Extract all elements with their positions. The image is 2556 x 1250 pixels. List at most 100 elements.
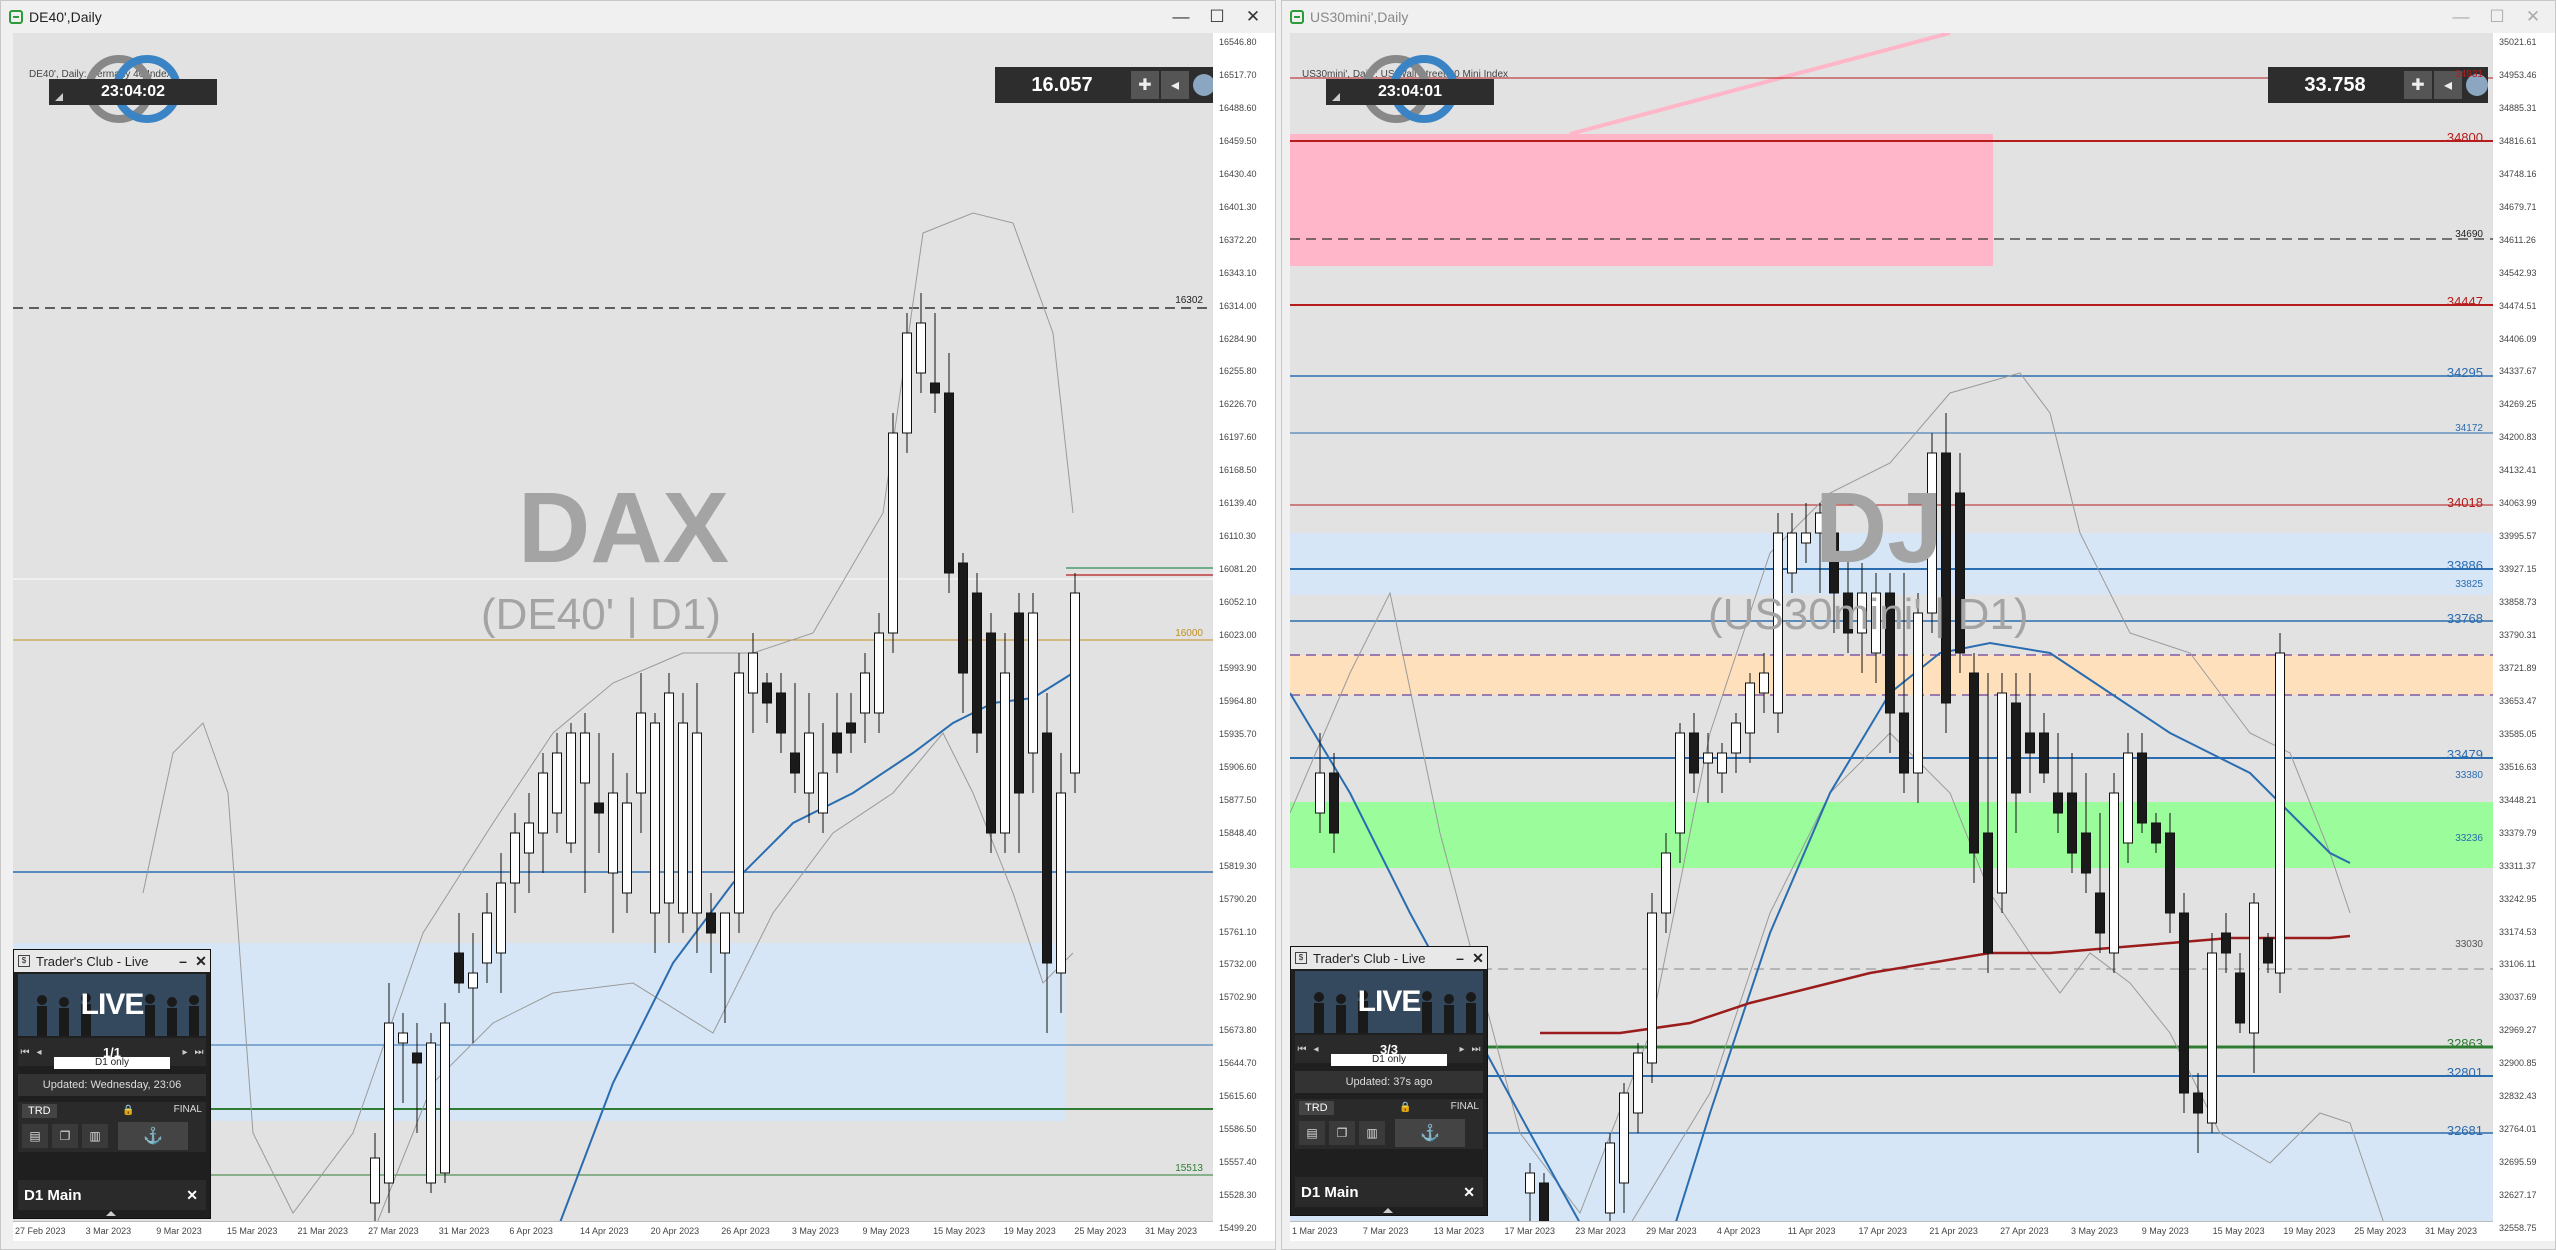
candle-bull xyxy=(1787,532,1797,574)
panel-navigation[interactable]: ⏮ ◂ 3/3 ▸ ⏭ D1 only xyxy=(1295,1035,1483,1066)
maximize-button[interactable]: ☐ xyxy=(1199,1,1235,33)
minimize-button[interactable]: — xyxy=(1163,1,1199,33)
candle-bull xyxy=(580,732,590,784)
time-axis-dj[interactable]: 1 Mar 2023 7 Mar 2023 13 Mar 2023 17 Mar 20… xyxy=(1290,1221,2493,1241)
price-box[interactable]: 16.057 ✚ ◂ xyxy=(995,67,1213,103)
price-axis-label: 34132.41 xyxy=(2499,465,2537,476)
traders-club-panel[interactable]: $ Trader's Club - Live – ✕ LIVE ⏮ xyxy=(13,949,211,1219)
level-label-15513: 15513 xyxy=(1175,1163,1203,1174)
close-button[interactable]: ✕ xyxy=(2515,1,2551,33)
first-page-icon[interactable]: ⏮ xyxy=(18,1047,32,1058)
filter-label[interactable]: D1 only xyxy=(1331,1054,1447,1066)
titlebar-dax[interactable]: DE40',Daily — ☐ ✕ xyxy=(1,1,1275,33)
chart-window-icon xyxy=(9,10,23,24)
titlebar-dj[interactable]: US30mini',Daily — ☐ ✕ xyxy=(1282,1,2555,33)
panel-toolbar[interactable]: TRD 🔒 FINAL ▤ ❐ ▥ ⚓ xyxy=(1295,1099,1483,1149)
windows-icon[interactable]: ❐ xyxy=(1329,1121,1355,1145)
candle-bear xyxy=(2053,792,2063,814)
d1-close-icon[interactable]: ✕ xyxy=(1463,1184,1475,1201)
last-page-icon[interactable]: ⏭ xyxy=(192,1047,206,1058)
candle-bear xyxy=(2011,702,2021,794)
candle-bull xyxy=(678,722,688,914)
price-axis-dax[interactable]: 16546.80 16517.70 16488.60 16459.50 16430.40… xyxy=(1213,33,1275,1241)
price-axis-label: 32558.75 xyxy=(2499,1223,2537,1233)
candle-bull xyxy=(804,732,814,794)
document-icon[interactable]: ▤ xyxy=(1299,1121,1325,1145)
time-axis-label: 3 May 2023 xyxy=(791,1226,839,1236)
panel-header[interactable]: $ Trader's Club - Live – ✕ xyxy=(14,950,210,972)
level-label-34800: 34800 xyxy=(2446,130,2483,145)
prev-page-icon[interactable]: ◂ xyxy=(1309,1044,1323,1055)
d1-main-row[interactable]: D1 Main ✕ xyxy=(1295,1177,1483,1213)
anchor-icon[interactable]: ⚓ xyxy=(1395,1119,1465,1147)
level-label-34018: 34018 xyxy=(2446,495,2483,510)
expand-triangle-icon[interactable] xyxy=(1383,1208,1393,1213)
time-axis-label: 31 May 2023 xyxy=(2425,1226,2478,1236)
collapse-arrow-icon[interactable]: ◂ xyxy=(1161,71,1189,99)
database-icon[interactable]: ▥ xyxy=(82,1124,108,1148)
d1-close-icon[interactable]: ✕ xyxy=(186,1187,198,1204)
level-label-16000: 16000 xyxy=(1175,628,1203,639)
panel-toolbar[interactable]: TRD 🔒 FINAL ▤ ❐ ▥ ⚓ xyxy=(18,1102,206,1152)
level-label-33886: 33886 xyxy=(2446,558,2483,573)
candle-bull xyxy=(2249,902,2259,1034)
time-axis-label: 25 May 2023 xyxy=(2354,1226,2407,1236)
candle-bear xyxy=(706,912,716,934)
minimize-button[interactable]: — xyxy=(2443,1,2479,33)
watermark-subtitle: (DE40' | D1) xyxy=(481,590,721,639)
panel-minimize-button[interactable]: – xyxy=(1451,950,1469,967)
candle-bear xyxy=(454,952,464,984)
document-icon[interactable]: ▤ xyxy=(22,1124,48,1148)
crosshair-plus-icon[interactable]: ✚ xyxy=(2404,71,2432,99)
anchor-icon[interactable]: ⚓ xyxy=(118,1122,188,1150)
trd-tab[interactable]: TRD xyxy=(1299,1101,1334,1115)
close-button[interactable]: ✕ xyxy=(1235,1,1271,33)
time-axis-label: 4 Apr 2023 xyxy=(1716,1226,1761,1236)
price-axis-label: 33790.31 xyxy=(2499,630,2537,640)
panel-minimize-button[interactable]: – xyxy=(174,953,192,970)
candle-bull xyxy=(860,672,870,714)
expand-triangle-icon[interactable] xyxy=(106,1211,116,1216)
last-page-icon[interactable]: ⏭ xyxy=(1469,1044,1483,1055)
chart-window-dax[interactable]: DE40',Daily — ☐ ✕ DE40', Daily: Germany … xyxy=(0,0,1276,1250)
time-axis-dax[interactable]: 27 Feb 2023 3 Mar 2023 9 Mar 2023 15 Mar 20… xyxy=(13,1221,1213,1241)
panel-close-button[interactable]: ✕ xyxy=(192,953,210,970)
candle-bull xyxy=(1647,912,1657,1064)
trd-tab[interactable]: TRD xyxy=(22,1104,57,1118)
chart-window-dj[interactable]: US30mini',Daily — ☐ ✕ US30mini', Daily: … xyxy=(1281,0,2556,1250)
d1-main-row[interactable]: D1 Main ✕ xyxy=(18,1180,206,1216)
lock-icon[interactable]: 🔒 xyxy=(122,1105,134,1116)
panel-close-button[interactable]: ✕ xyxy=(1469,950,1487,967)
first-page-icon[interactable]: ⏮ xyxy=(1295,1044,1309,1055)
price-axis-dj[interactable]: 35021.61 34953.46 34885.31 34816.61 34748.16… xyxy=(2493,33,2555,1241)
prev-page-icon[interactable]: ◂ xyxy=(32,1047,46,1058)
candle-bull xyxy=(510,832,520,884)
panel-navigation[interactable]: ⏮ ◂ 1/1 ▸ ⏭ D1 only xyxy=(18,1038,206,1069)
lock-icon[interactable]: 🔒 xyxy=(1399,1102,1411,1113)
level-label-34172: 34172 xyxy=(2455,423,2483,434)
candle-bear xyxy=(846,722,856,734)
candle-bear xyxy=(1014,612,1024,794)
next-page-icon[interactable]: ▸ xyxy=(178,1047,192,1058)
candle-bear xyxy=(2067,792,2077,854)
time-axis-label: 15 May 2023 xyxy=(933,1226,986,1236)
candle-bull xyxy=(1759,672,1769,694)
final-label: FINAL xyxy=(173,1104,202,1115)
candle-bull xyxy=(2123,752,2133,844)
candle-bear xyxy=(790,752,800,774)
panel-header[interactable]: $ Trader's Club - Live – ✕ xyxy=(1291,947,1487,969)
windows-icon[interactable]: ❐ xyxy=(52,1124,78,1148)
maximize-button[interactable]: ☐ xyxy=(2479,1,2515,33)
filter-label[interactable]: D1 only xyxy=(54,1057,170,1069)
candle-bull xyxy=(692,732,702,914)
candle-bull xyxy=(748,652,758,694)
price-axis-label: 34474.51 xyxy=(2499,300,2537,311)
next-page-icon[interactable]: ▸ xyxy=(1455,1044,1469,1055)
candle-bear xyxy=(1899,712,1909,774)
crosshair-plus-icon[interactable]: ✚ xyxy=(1131,71,1159,99)
price-axis-label: 16168.50 xyxy=(1219,465,1257,476)
candle-bull xyxy=(1717,752,1727,774)
candle-bear xyxy=(2039,732,2049,774)
traders-club-panel[interactable]: $ Trader's Club - Live – ✕ LIVE ⏮ xyxy=(1290,946,1488,1216)
database-icon[interactable]: ▥ xyxy=(1359,1121,1385,1145)
